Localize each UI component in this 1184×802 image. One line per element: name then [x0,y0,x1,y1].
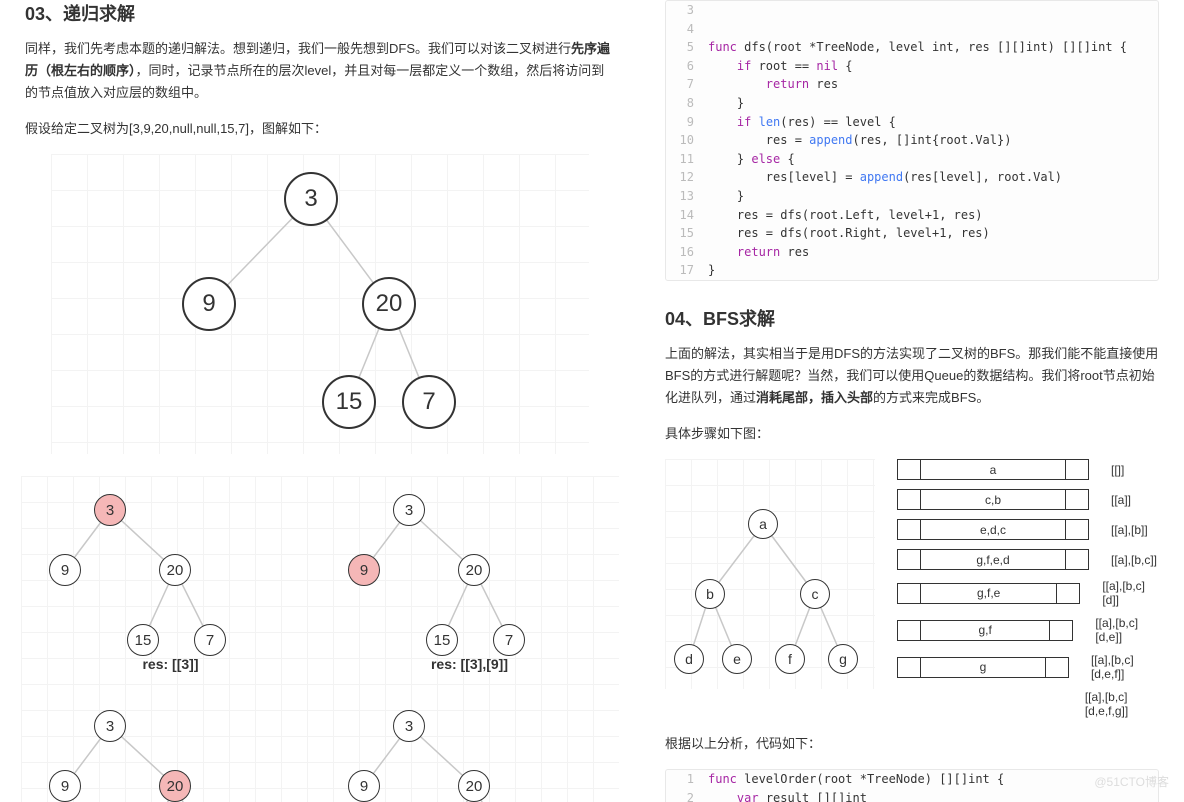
bfs-queue: g,f,e [897,583,1080,604]
mini-tree-grid: 3920157res: [[3]]3920157res: [[3],[9]]39… [21,476,619,802]
bfs-node-e: e [722,644,752,674]
bfs-node-a: a [748,509,778,539]
code-block-bfs: 1func levelOrder(root *TreeNode) [][]int… [665,769,1159,802]
code-line: 1func levelOrder(root *TreeNode) [][]int… [666,770,1158,789]
code-line: 4 [666,20,1158,39]
mini-node: 7 [194,624,226,656]
mini-node: 20 [159,554,191,586]
mini-node: 9 [49,554,81,586]
mini-node: 9 [348,554,380,586]
watermark: @51CTO博客 [1094,773,1169,790]
bfs-node-g: g [828,644,858,674]
bfs-row: [[a],[b,c][d,e,f,g]] [897,690,1159,718]
code-line: 7 return res [666,75,1158,94]
mini-node: 20 [458,554,490,586]
code-line: 12 res[level] = append(res[level], root.… [666,168,1158,187]
mini-tree-0: 39 20 15 7res: [[3]] [21,476,320,692]
section-03-title: 03、递归求解 [25,0,615,26]
bfs-queue: a [897,459,1089,480]
mini-tree-3: 3920157res: [[3],[9,20],[15,7]] [320,692,619,802]
bfs-queue: g,f [897,620,1073,641]
code-block-dfs: 345func dfs(root *TreeNode, level int, r… [665,0,1159,281]
section-03-desc: 同样，我们先考虑本题的递归解法。想到递归，我们一般先想到DFS。我们可以对该二叉… [25,38,615,104]
mini-node: 15 [127,624,159,656]
mini-node: 3 [94,494,126,526]
tree-node-7: 7 [402,375,456,429]
code-line: 3 [666,1,1158,20]
bfs-queue: c,b [897,489,1089,510]
code-line: 14 res = dfs(root.Left, level+1, res) [666,206,1158,225]
bfs-row: e,d,c [[a],[b]] [897,519,1159,540]
bfs-result: [[a],[b,c][d,e,f]] [1091,653,1159,681]
bfs-queue: g [897,657,1069,678]
mini-tree-2: 3920157res: [[3],[9,20]] [21,692,320,802]
section-03-example: 假设给定二叉树为[3,9,20,null,null,15,7]，图解如下： [25,118,615,140]
bfs-diagram: a b c d e f g a [[]] c,b [[a]] e,d,c [[a],[b]… [665,459,1159,727]
code-line: 6 if root == nil { [666,57,1158,76]
mini-caption: res: [[3]] [25,656,316,672]
code-line: 9 if len(res) == level { [666,113,1158,132]
section-04-desc: 上面的解法，其实相当于是用DFS的方法实现了二叉树的BFS。那我们能不能直接使用… [665,343,1159,409]
bfs-steps-label: 具体步骤如下图： [665,423,1159,445]
bfs-row: g,f,e [[a],[b,c][d]] [897,579,1159,607]
mini-node: 20 [159,770,191,802]
mini-node: 9 [49,770,81,802]
tree-node-9: 9 [182,277,236,331]
bfs-result: [[a],[b]] [1111,523,1148,537]
bfs-result: [[a]] [1111,493,1131,507]
mini-node: 3 [393,494,425,526]
bfs-code-label: 根据以上分析，代码如下： [665,733,1159,755]
code-line: 11 } else { [666,150,1158,169]
bfs-result: [[a],[b,c][d,e]] [1095,616,1159,644]
code-line: 16 return res [666,243,1158,262]
tree-node-15: 15 [322,375,376,429]
bfs-row: a [[]] [897,459,1159,480]
mini-node: 3 [94,710,126,742]
bfs-queue: e,d,c [897,519,1089,540]
tree-node-20: 20 [362,277,416,331]
bfs-row: g,f [[a],[b,c][d,e]] [897,616,1159,644]
bfs-queue: g,f,e,d [897,549,1089,570]
mini-node: 3 [393,710,425,742]
mini-node: 20 [458,770,490,802]
bfs-node-f: f [775,644,805,674]
bfs-node-d: d [674,644,704,674]
main-tree-diagram: 3 9 20 15 7 [51,154,589,454]
bfs-node-b: b [695,579,725,609]
tree-node-3: 3 [284,172,338,226]
bfs-row: g [[a],[b,c][d,e,f]] [897,653,1159,681]
code-line: 5func dfs(root *TreeNode, level int, res… [666,38,1158,57]
bfs-result: [[a],[b,c]] [1111,553,1157,567]
bfs-result: [[a],[b,c][d,e,f,g]] [1085,690,1159,718]
code-line: 10 res = append(res, []int{root.Val}) [666,131,1158,150]
mini-node: 15 [426,624,458,656]
code-line: 2 var result [][]int [666,789,1158,802]
bfs-row: g,f,e,d [[a],[b,c]] [897,549,1159,570]
bfs-result: [[]] [1111,463,1124,477]
bfs-node-c: c [800,579,830,609]
mini-tree-1: 39 20 15 7res: [[3],[9]] [320,476,619,692]
code-line: 13 } [666,187,1158,206]
code-line: 8 } [666,94,1158,113]
mini-node: 7 [493,624,525,656]
bfs-result: [[a],[b,c][d]] [1102,579,1159,607]
section-04-title: 04、BFS求解 [665,305,1159,331]
mini-caption: res: [[3],[9]] [324,656,615,672]
bfs-row: c,b [[a]] [897,489,1159,510]
code-line: 17} [666,261,1158,280]
code-line: 15 res = dfs(root.Right, level+1, res) [666,224,1158,243]
mini-node: 9 [348,770,380,802]
